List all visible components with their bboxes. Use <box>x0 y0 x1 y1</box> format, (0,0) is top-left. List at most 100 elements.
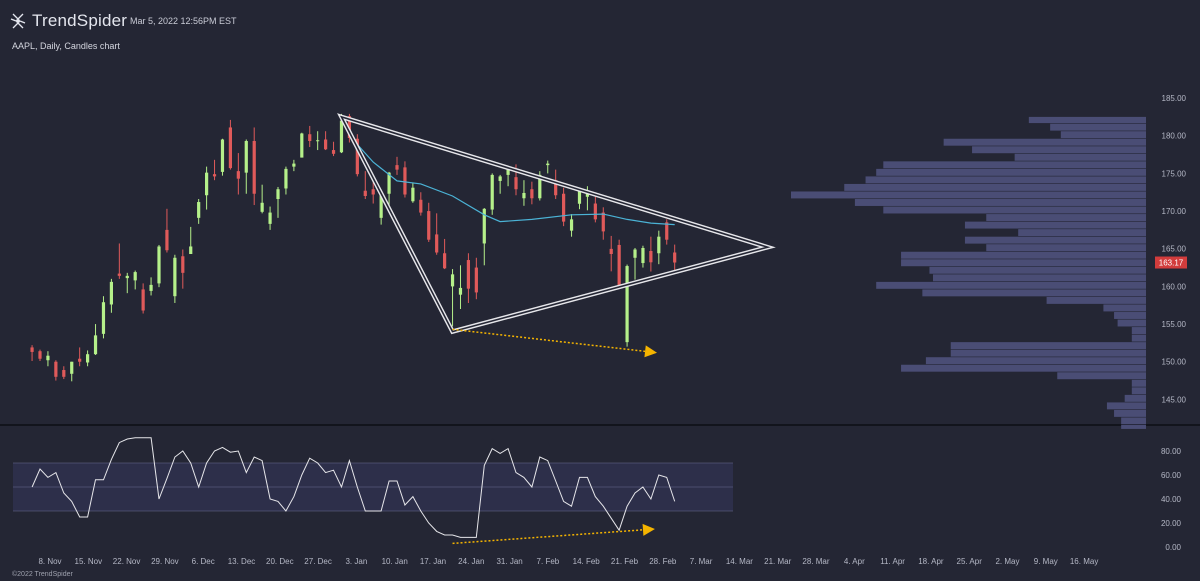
bullish-candle <box>498 174 502 194</box>
triangle-pattern-outline <box>337 113 776 335</box>
candle-body <box>70 361 74 374</box>
candle-body <box>498 176 502 181</box>
bullish-candle <box>657 230 661 265</box>
rsi-tick-label: 80.00 <box>1161 447 1182 456</box>
candle-body <box>649 250 653 263</box>
volume-profile-bar <box>791 191 1146 199</box>
candle-body <box>403 167 407 195</box>
candle-body <box>268 212 272 224</box>
candle-body <box>189 246 193 255</box>
volume-profile-bar <box>844 183 1146 191</box>
candle-body <box>633 249 637 258</box>
price-tick-label: 150.00 <box>1162 358 1187 367</box>
candle-body <box>617 244 621 286</box>
bearish-candle <box>617 239 621 286</box>
bearish-candle <box>62 366 66 380</box>
volume-profile-bar <box>1131 327 1146 335</box>
candle-body <box>30 347 34 352</box>
volume-profile-bar <box>1060 131 1146 139</box>
volume-profile-bar <box>901 364 1146 372</box>
candle-body <box>212 174 217 177</box>
candle-body <box>474 267 478 293</box>
volume-profile <box>791 116 1146 429</box>
candle-body <box>125 275 129 279</box>
candle-body <box>522 192 526 199</box>
candle-body <box>205 172 209 196</box>
bullish-candle <box>157 244 161 288</box>
bullish-candle <box>205 166 209 210</box>
candle-body <box>181 256 185 273</box>
candle-body <box>109 281 114 305</box>
candle-body <box>54 361 58 377</box>
candle-body <box>197 202 201 218</box>
date-tick-label: 21. Feb <box>611 557 639 566</box>
rsi-tick-label: 40.00 <box>1161 495 1182 504</box>
bullish-candle <box>641 245 645 268</box>
stock-chart[interactable]: 185.00 180.00 175.00 170.00 165.00 160.00 155.… <box>0 0 1200 581</box>
volume-profile-bar <box>964 221 1146 229</box>
moving-average-line <box>348 135 675 226</box>
candle-body <box>427 211 431 240</box>
volume-profile-bar <box>1103 304 1146 312</box>
candle-body <box>157 246 161 284</box>
volume-profile-bar <box>1121 425 1146 429</box>
volume-profile-bar <box>883 161 1146 169</box>
volume-profile-bar <box>933 274 1146 282</box>
bearish-candle <box>665 219 669 245</box>
bullish-candle <box>300 132 304 158</box>
volume-profile-bar <box>986 244 1146 252</box>
candle-body <box>609 248 613 255</box>
date-tick-label: 10. Jan <box>382 557 408 566</box>
candle-body <box>101 302 106 334</box>
bearish-candle <box>54 360 58 381</box>
volume-profile-bar <box>1106 402 1146 410</box>
volume-profile-bar <box>1018 229 1146 237</box>
price-tick-label: 175.00 <box>1162 169 1187 178</box>
candle-body <box>450 274 455 287</box>
candle-body <box>466 260 471 289</box>
volume-profile-bar <box>1050 123 1146 131</box>
bearish-candle <box>78 347 82 367</box>
candle-body <box>641 247 645 264</box>
volume-profile-bar <box>901 251 1146 259</box>
price-tick-label: 170.00 <box>1162 207 1187 216</box>
candle-body <box>149 284 153 291</box>
volume-profile-bar <box>1131 387 1146 395</box>
volume-profile-bar <box>943 138 1146 146</box>
candle-body <box>252 141 256 194</box>
arrow-head <box>642 523 655 536</box>
bearish-candle <box>403 161 407 198</box>
candle-body <box>339 120 344 153</box>
bullish-candle <box>260 184 264 214</box>
date-tick-label: 31. Jan <box>496 557 522 566</box>
volume-profile-bar <box>1114 312 1146 319</box>
bullish-candle <box>490 173 494 215</box>
bullish-candle <box>173 254 177 303</box>
volume-profile-bar <box>876 281 1146 289</box>
bearish-candle <box>30 345 34 361</box>
rsi-tick-label: 60.00 <box>1161 471 1182 480</box>
date-tick-label: 16. May <box>1070 557 1098 566</box>
date-tick-label: 20. Dec <box>266 557 294 566</box>
volume-profile-bar <box>1131 334 1146 342</box>
bearish-candle <box>212 159 217 181</box>
candle-body <box>411 187 415 202</box>
bearish-candle <box>324 131 328 151</box>
bullish-candle <box>244 139 248 194</box>
bullish-candle <box>569 214 574 237</box>
bearish-candle <box>474 257 478 300</box>
candle-body <box>395 165 399 170</box>
candle-body <box>86 354 90 363</box>
arrow-shaft <box>452 529 644 545</box>
date-tick-label: 13. Dec <box>228 557 256 566</box>
bullish-candle <box>633 247 637 280</box>
candle-body <box>38 351 42 359</box>
candle-body <box>331 150 336 154</box>
bearish-candle <box>601 207 605 240</box>
volume-profile-bar <box>1117 319 1146 327</box>
bearish-candle <box>228 119 233 170</box>
candle-body <box>117 273 121 276</box>
candle-body <box>435 234 439 253</box>
bullish-candle <box>276 186 280 218</box>
bearish-candle <box>308 125 312 148</box>
